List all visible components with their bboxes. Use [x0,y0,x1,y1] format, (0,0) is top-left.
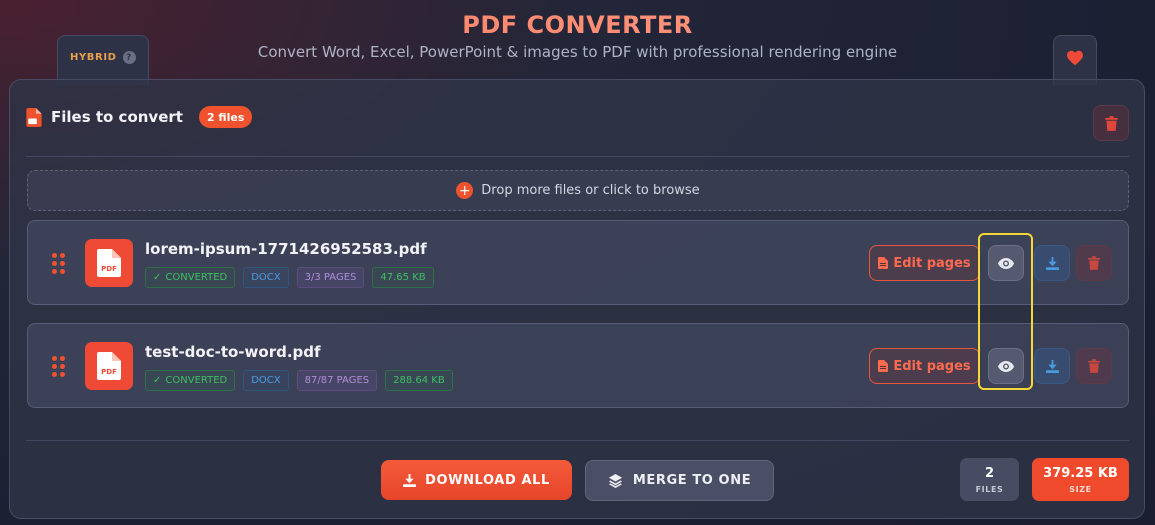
file-count-badge: 2 files [198,106,253,128]
status-text: CONVERTED [165,375,228,386]
edit-pages-button[interactable]: Edit pages [869,348,980,384]
panel-header: Files to convert 2 files [26,106,253,128]
file-pdf-icon: PDF [85,239,133,287]
trash-icon [1088,256,1100,270]
download-button[interactable] [1034,245,1070,281]
status-badge: ✓ CONVERTED [145,267,236,288]
delete-file-button[interactable] [1076,245,1112,281]
files-count-stat: 2 FILES [960,458,1019,501]
download-all-button[interactable]: DOWNLOAD ALL [381,460,572,500]
merge-to-one-button[interactable]: MERGE TO ONE [585,460,774,501]
mode-tab-label: HYBRID [70,52,117,63]
preview-button[interactable] [988,245,1024,281]
delete-file-button[interactable] [1076,348,1112,384]
thumb-label: PDF [101,368,117,376]
format-badge: DOCX [243,267,289,288]
file-name: test-doc-to-word.pdf [145,343,321,361]
footer-divider [26,440,1129,441]
edit-pages-label: Edit pages [893,255,971,271]
file-name: lorem-ipsum-1771426952583.pdf [145,240,427,258]
panel-title: Files to convert [51,108,183,126]
thumb-label: PDF [101,265,117,273]
download-icon [1045,256,1059,270]
check-icon: ✓ [153,272,162,283]
dropzone[interactable]: + Drop more files or click to browse [27,170,1129,211]
file-icon [878,257,889,269]
edit-pages-label: Edit pages [893,358,971,374]
pages-badge: 3/3 PAGES [296,267,365,288]
download-all-label: DOWNLOAD ALL [425,472,550,488]
dropzone-text: Drop more files or click to browse [481,183,700,198]
total-size-value: 379.25 KB [1043,465,1118,481]
total-size-label: SIZE [1069,484,1092,494]
file-icon [878,360,889,372]
files-count-label: FILES [975,484,1004,494]
download-icon [403,473,417,487]
page-title: PDF CONVERTER [0,11,1155,39]
trash-icon [1104,115,1118,131]
header-divider [26,156,1129,157]
merge-label: MERGE TO ONE [632,473,752,488]
heart-icon [1067,50,1083,66]
size-badge: 288.64 KB [385,370,453,391]
file-row: PDF test-doc-to-word.pdf ✓ CONVERTED DOCX… [27,323,1129,408]
question-icon[interactable]: ? [122,51,136,64]
layers-icon [608,473,622,488]
preview-button[interactable] [988,348,1024,384]
format-badge: DOCX [243,370,289,391]
files-count-value: 2 [984,465,995,481]
grip-icon[interactable] [52,356,65,377]
file-pdf-icon [26,107,42,127]
pages-badge: 87/87 PAGES [296,370,378,391]
plus-circle-icon: + [456,182,474,199]
files-panel: Files to convert 2 files + Drop more fil… [9,79,1145,519]
file-tags: ✓ CONVERTED DOCX 87/87 PAGES 288.64 KB [145,370,453,391]
favorite-tab[interactable] [1053,35,1097,85]
file-row: PDF lorem-ipsum-1771426952583.pdf ✓ CONVE… [27,220,1129,305]
eye-icon [998,257,1014,269]
status-badge: ✓ CONVERTED [145,370,236,391]
eye-icon [998,360,1014,372]
edit-pages-button[interactable]: Edit pages [869,245,980,281]
mode-tab-hybrid[interactable]: HYBRID ? [57,35,149,85]
status-text: CONVERTED [165,272,228,283]
file-tags: ✓ CONVERTED DOCX 3/3 PAGES 47.65 KB [145,267,434,288]
file-pdf-icon: PDF [85,342,133,390]
check-icon: ✓ [153,375,162,386]
total-size-stat: 379.25 KB SIZE [1032,458,1129,501]
grip-icon[interactable] [52,253,65,274]
trash-icon [1088,359,1100,373]
clear-all-button[interactable] [1093,105,1129,141]
download-icon [1045,359,1059,373]
size-badge: 47.65 KB [372,267,434,288]
page-subtitle: Convert Word, Excel, PowerPoint & images… [257,43,898,61]
download-button[interactable] [1034,348,1070,384]
